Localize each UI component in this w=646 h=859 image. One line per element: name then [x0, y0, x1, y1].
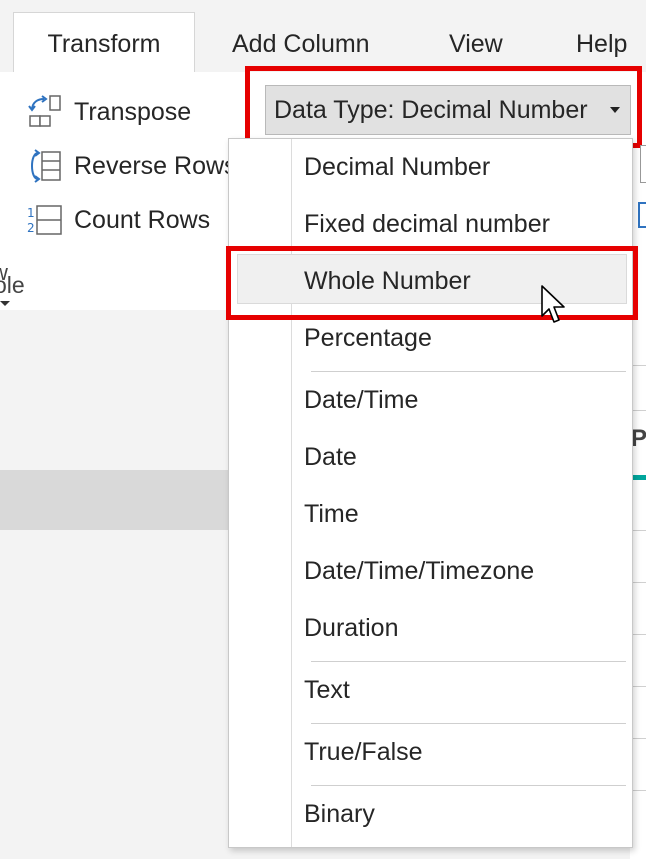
menu-item-decimal-number[interactable]: Decimal Number — [304, 152, 490, 182]
menu-separator — [311, 661, 626, 662]
menu-item-text[interactable]: Text — [304, 675, 350, 705]
svg-text:1: 1 — [27, 206, 35, 220]
count-rows-label: Count Rows — [74, 205, 211, 234]
chevron-down-icon[interactable] — [0, 301, 10, 306]
count-rows-button[interactable]: 1 2 Count Rows — [26, 200, 210, 240]
reverse-rows-icon — [31, 149, 61, 183]
menu-item-true-false[interactable]: True/False — [304, 737, 423, 767]
menu-item-duration[interactable]: Duration — [304, 613, 399, 643]
menu-item-percentage[interactable]: Percentage — [304, 323, 432, 353]
tab-help[interactable]: Help — [576, 16, 627, 72]
menu-separator — [311, 723, 626, 724]
menu-item-fixed-decimal-number[interactable]: Fixed decimal number — [304, 209, 550, 239]
menu-separator — [311, 785, 626, 786]
chevron-down-icon — [610, 107, 620, 113]
query-pane — [0, 310, 230, 859]
column-header[interactable]: P — [631, 425, 646, 453]
menu-gutter — [291, 139, 292, 847]
tab-view[interactable]: View — [449, 16, 503, 72]
svg-text:2: 2 — [27, 221, 35, 235]
transpose-label: Transpose — [74, 97, 192, 126]
data-type-dropdown-button[interactable]: Data Type: Decimal Number — [265, 85, 631, 135]
tab-transform[interactable]: Transform — [13, 12, 195, 73]
menu-separator — [311, 371, 626, 372]
transpose-button[interactable]: Transpose — [26, 92, 191, 132]
partial-icon — [638, 202, 646, 228]
menu-item-date-time[interactable]: Date/Time — [304, 385, 418, 415]
reverse-rows-label: Reverse Rows — [74, 151, 237, 180]
partial-control — [640, 145, 646, 183]
ribbon-tab-bar: Transform Add Column View Help — [0, 0, 646, 73]
menu-item-date-time-timezone[interactable]: Date/Time/Timezone — [304, 556, 534, 586]
tab-add-column[interactable]: Add Column — [232, 16, 370, 72]
menu-item-date[interactable]: Date — [304, 442, 357, 472]
menu-item-time[interactable]: Time — [304, 499, 359, 529]
reverse-rows-button[interactable]: Reverse Rows — [26, 146, 237, 186]
menu-item-whole-number[interactable]: Whole Number — [304, 266, 471, 296]
transpose-icon — [28, 95, 61, 127]
data-type-menu: Decimal Number Fixed decimal number Whol… — [228, 138, 633, 848]
count-rows-icon: 1 2 — [27, 205, 62, 235]
data-type-button-label: Data Type: Decimal Number — [274, 96, 588, 124]
ribbon-group-label: ole — [0, 272, 25, 298]
mouse-cursor-icon — [541, 285, 565, 323]
menu-item-binary[interactable]: Binary — [304, 799, 375, 829]
selected-query-row[interactable] — [0, 470, 230, 530]
